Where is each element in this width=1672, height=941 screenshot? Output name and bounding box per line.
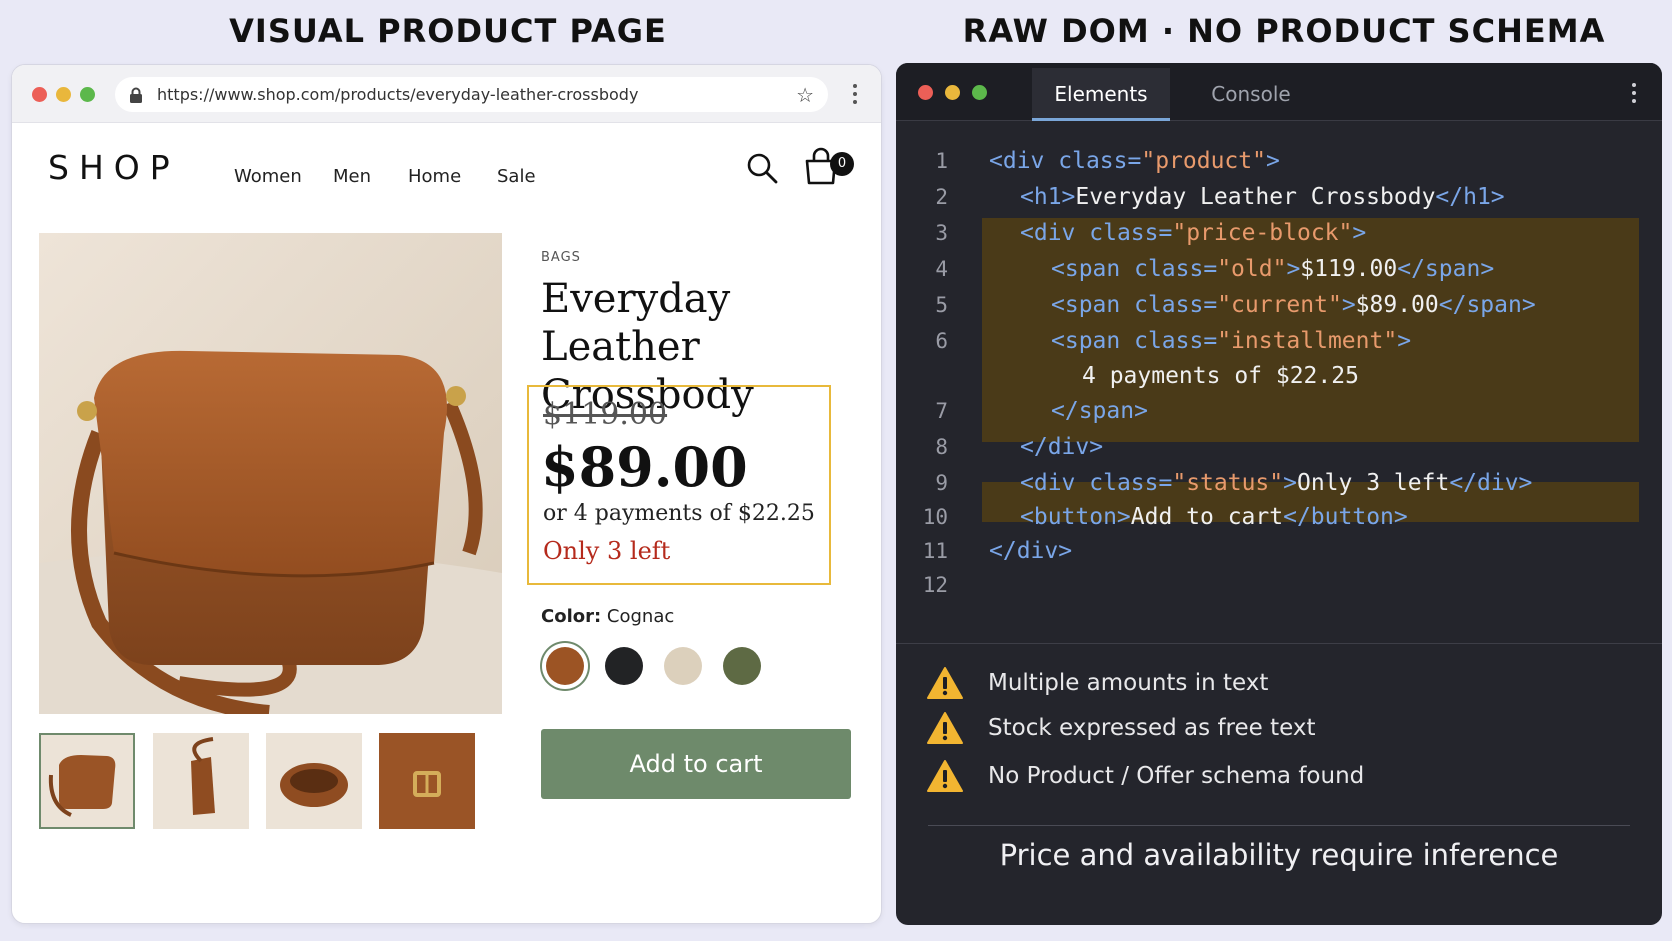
code-line-6-text[interactable]: 4 payments of $22.25	[1082, 358, 1359, 394]
browser-toolbar: https://www.shop.com/products/everyday-l…	[12, 65, 881, 123]
warning-text: Multiple amounts in text	[988, 670, 1269, 696]
thumbnail-3[interactable]	[266, 733, 362, 829]
line-number: 12	[922, 573, 948, 597]
product-main-image	[39, 233, 502, 714]
panel-divider	[896, 643, 1662, 644]
nav-link-men[interactable]: Men	[333, 166, 371, 187]
code-line-11[interactable]: </div>	[989, 533, 1072, 569]
warning-icon	[927, 667, 963, 699]
warning-row: No Product / Offer schema found	[926, 756, 1364, 796]
code-line-7[interactable]: </span>	[1051, 393, 1148, 429]
price-block-highlight: $119.00 $89.00 or 4 payments of $22.25 O…	[527, 385, 831, 585]
line-number: 6	[935, 329, 948, 353]
window-minimize-button[interactable]	[56, 87, 71, 102]
lock-icon	[130, 87, 142, 103]
installment-text: or 4 payments of $22.25	[543, 501, 815, 526]
thumbnail-2[interactable]	[153, 733, 249, 829]
warning-icon	[927, 712, 963, 744]
window-close-button[interactable]	[32, 87, 47, 102]
devtools-close-button[interactable]	[918, 85, 933, 100]
current-price: $89.00	[541, 435, 748, 499]
swatch-black[interactable]	[605, 647, 643, 685]
code-line-4[interactable]: <span class="old">$119.00</span>	[1051, 251, 1494, 287]
cart-count-badge: 0	[830, 152, 854, 176]
devtools-toolbar: Elements Console	[896, 63, 1662, 121]
code-line-1[interactable]: <div class="product">	[989, 143, 1280, 179]
line-number: 11	[922, 539, 948, 563]
code-line-6[interactable]: <span class="installment">	[1051, 323, 1411, 359]
line-number: 5	[935, 293, 948, 317]
address-bar[interactable]: https://www.shop.com/products/everyday-l…	[115, 77, 828, 112]
warning-text: No Product / Offer schema found	[988, 763, 1365, 789]
warning-text: Stock expressed as free text	[988, 715, 1316, 741]
nav-link-women[interactable]: Women	[234, 166, 302, 187]
line-number: 4	[935, 257, 948, 281]
devtools-maximize-button[interactable]	[972, 85, 987, 100]
line-number: 2	[935, 185, 948, 209]
window-maximize-button[interactable]	[80, 87, 95, 102]
old-price: $119.00	[543, 397, 668, 432]
code-line-10[interactable]: <button>Add to cart</button>	[1020, 499, 1408, 535]
stock-status: Only 3 left	[543, 537, 671, 565]
store-logo[interactable]: SHOP	[48, 148, 180, 187]
color-value: Cognac	[606, 606, 675, 627]
color-label: Color: Cognac	[541, 606, 675, 627]
code-line-8[interactable]: </div>	[1020, 429, 1103, 465]
url-text: https://www.shop.com/products/everyday-l…	[157, 85, 639, 104]
right-panel-heading: RAW DOM · NO PRODUCT SCHEMA	[962, 12, 1606, 50]
line-number: 9	[935, 471, 948, 495]
swatch-cream[interactable]	[664, 647, 702, 685]
line-number: 1	[935, 149, 948, 173]
devtools-window: Elements Console 1 2 3 4 5 6 7 8 9 10 11…	[896, 63, 1662, 925]
thumbnail-4[interactable]	[379, 733, 475, 829]
browser-window: https://www.shop.com/products/everyday-l…	[11, 64, 882, 924]
swatch-olive[interactable]	[723, 647, 761, 685]
devtools-menu-icon[interactable]	[1632, 83, 1636, 103]
code-line-2[interactable]: <h1>Everyday Leather Crossbody</h1>	[1020, 179, 1505, 215]
line-number: 7	[935, 399, 948, 423]
add-to-cart-button[interactable]: Add to cart	[541, 729, 851, 799]
summary-divider	[928, 825, 1630, 826]
devtools-minimize-button[interactable]	[945, 85, 960, 100]
product-category: BAGS	[541, 250, 581, 265]
code-line-3[interactable]: <div class="price-block">	[1020, 215, 1366, 251]
left-panel-heading: VISUAL PRODUCT PAGE	[229, 12, 667, 50]
bookmark-star-icon[interactable]: ☆	[796, 83, 814, 107]
conclusion-text: Price and availability require inference	[999, 838, 1559, 872]
line-number: 8	[935, 435, 948, 459]
warning-icon	[927, 760, 963, 792]
browser-menu-icon[interactable]	[853, 84, 857, 104]
warning-row: Multiple amounts in text	[926, 663, 1268, 703]
tab-elements[interactable]: Elements	[1032, 68, 1170, 121]
line-number: 3	[935, 221, 948, 245]
code-line-5[interactable]: <span class="current">$89.00</span>	[1051, 287, 1536, 323]
swatch-cognac[interactable]	[546, 647, 584, 685]
line-number: 10	[922, 505, 948, 529]
search-icon[interactable]	[745, 151, 779, 185]
warning-row: Stock expressed as free text	[926, 708, 1316, 748]
code-line-9[interactable]: <div class="status">Only 3 left</div>	[1020, 465, 1532, 501]
nav-link-home[interactable]: Home	[408, 166, 461, 187]
nav-link-sale[interactable]: Sale	[497, 166, 536, 187]
thumbnail-1[interactable]	[39, 733, 135, 829]
tab-console[interactable]: Console	[1186, 68, 1316, 121]
